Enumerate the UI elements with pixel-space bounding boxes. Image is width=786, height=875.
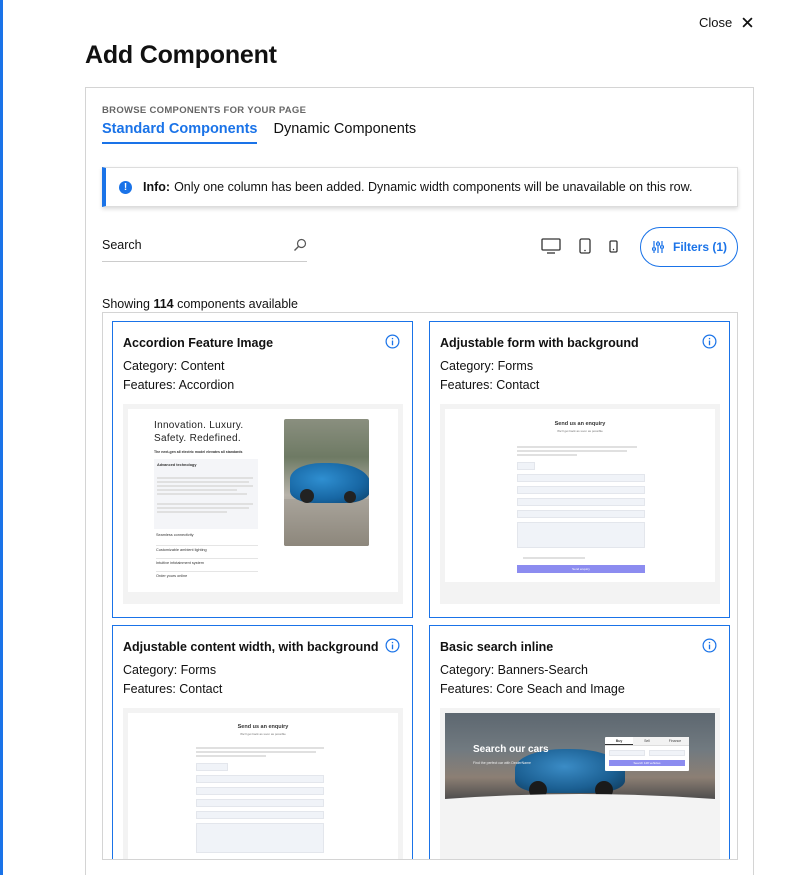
preview-form-sub: We'll get back as soon as possible <box>557 429 603 433</box>
card-preview: Send us an enquiry We'll get back as soo… <box>123 708 403 859</box>
close-icon <box>742 17 753 28</box>
preview-submit-button: Send enquiry <box>517 565 645 573</box>
close-button[interactable]: Close <box>699 15 753 30</box>
dialog-title: Add Component <box>85 41 277 69</box>
card-features: Features: Core Seach and Image <box>440 682 625 696</box>
search-icon[interactable] <box>293 238 307 252</box>
search-input[interactable] <box>102 237 272 252</box>
component-card[interactable]: Accordion Feature Image Category: Conten… <box>112 321 413 618</box>
info-alert-prefix: Info: <box>143 180 171 194</box>
card-features: Features: Contact <box>440 378 540 392</box>
card-category: Category: Content <box>123 359 225 373</box>
preview-search-widget: Buy Sell Finance Search 128 vehicles <box>605 737 689 771</box>
preview-headline-line1: Innovation. Luxury. <box>154 420 244 431</box>
tab-standard-components[interactable]: Standard Components <box>102 121 258 144</box>
preview-accordion-item: Seamless connectivity <box>156 533 258 546</box>
card-category: Category: Forms <box>123 663 217 677</box>
card-preview: Innovation. Luxury. Safety. Redefined. T… <box>123 404 403 604</box>
preview-form-sub: We'll get back as soon as possible <box>240 732 286 736</box>
preview-car-photo <box>284 419 369 546</box>
preview-tab: Sell <box>633 737 661 745</box>
mobile-view-button[interactable] <box>609 239 618 253</box>
card-preview: Search our cars Find the perfect car wit… <box>440 708 720 859</box>
preview-banner-title: Search our cars <box>473 744 549 755</box>
preview-search-button: Search 128 vehicles <box>609 760 685 766</box>
tablet-icon <box>579 238 591 254</box>
sliders-icon <box>651 241 664 253</box>
close-label: Close <box>699 15 733 30</box>
preview-accordion-item: Order yours online <box>156 574 188 578</box>
info-icon[interactable] <box>702 638 717 653</box>
card-title: Basic search inline <box>440 640 554 654</box>
preview-canvas: Send us an enquiry We'll get back as soo… <box>128 713 398 859</box>
info-icon[interactable] <box>702 334 717 349</box>
card-features: Features: Accordion <box>123 378 235 392</box>
card-preview: Send us an enquiry We'll get back as soo… <box>440 404 720 604</box>
results-suffix: components available <box>177 297 299 311</box>
desktop-view-button[interactable] <box>541 238 561 254</box>
info-alert-message: Only one column has been added. Dynamic … <box>174 180 693 194</box>
preview-canvas: Innovation. Luxury. Safety. Redefined. T… <box>128 409 398 592</box>
results-prefix: Showing <box>102 297 150 311</box>
info-icon[interactable] <box>385 638 400 653</box>
filters-label: Filters (1) <box>672 240 727 254</box>
preview-sub: The next-gen all electric model elevates… <box>154 450 243 454</box>
card-category: Category: Banners-Search <box>440 663 588 677</box>
results-number: 114 <box>153 297 174 311</box>
component-card[interactable]: Adjustable content width, with backgroun… <box>112 625 413 859</box>
preview-headline-line2: Safety. Redefined. <box>154 433 241 444</box>
left-accent-bar <box>0 0 3 875</box>
preview-banner-curve <box>445 794 715 805</box>
card-title: Accordion Feature Image <box>123 336 274 350</box>
preview-accordion-open: Advanced technology <box>157 463 197 467</box>
component-card[interactable]: Adjustable form with background Category… <box>429 321 730 618</box>
preview-form-title: Send us an enquiry <box>554 421 606 427</box>
preview-headline: Innovation. Luxury. Safety. Redefined. <box>154 419 243 445</box>
browser-eyebrow: BROWSE COMPONENTS FOR YOUR PAGE <box>102 105 307 116</box>
card-title: Adjustable content width, with backgroun… <box>123 640 379 654</box>
filters-button[interactable]: Filters (1) <box>640 227 738 267</box>
card-category: Category: Forms <box>440 359 534 373</box>
card-features: Features: Contact <box>123 682 223 696</box>
preview-form-title: Send us an enquiry <box>237 724 289 730</box>
component-browser-panel: BROWSE COMPONENTS FOR YOUR PAGE Standard… <box>85 87 754 875</box>
preview-accordion-item: Intuitive infotainment system <box>156 559 258 572</box>
preview-canvas: Send us an enquiry We'll get back as soo… <box>445 409 715 582</box>
tablet-view-button[interactable] <box>579 238 591 254</box>
info-alert-icon: ! <box>119 180 132 194</box>
desktop-icon <box>541 238 561 254</box>
preview-accordion-panel: Advanced technology <box>154 459 258 529</box>
preview-tab: Finance <box>661 737 689 745</box>
info-icon[interactable] <box>385 334 400 349</box>
component-card[interactable]: Basic search inline Category: Banners-Se… <box>429 625 730 859</box>
mobile-icon <box>609 239 618 253</box>
search-box <box>102 228 307 262</box>
device-preview-toggle <box>541 238 618 254</box>
card-title: Adjustable form with background <box>440 336 639 350</box>
component-grid: Accordion Feature Image Category: Conten… <box>102 312 738 860</box>
tab-dynamic-components[interactable]: Dynamic Components <box>273 121 416 144</box>
info-alert: ! Info: Only one column has been added. … <box>102 167 738 207</box>
results-count: Showing 114 components available <box>102 297 298 311</box>
preview-banner-sub: Find the perfect car with DealerName <box>473 761 531 765</box>
preview-tab: Buy <box>605 737 633 745</box>
preview-accordion-item: Customizable ambient lighting <box>156 546 258 559</box>
preview-accordion-items: Seamless connectivity Customizable ambie… <box>156 533 258 585</box>
preview-banner: Search our cars Find the perfect car wit… <box>445 713 715 805</box>
component-tabs: Standard Components Dynamic Components <box>102 121 416 144</box>
